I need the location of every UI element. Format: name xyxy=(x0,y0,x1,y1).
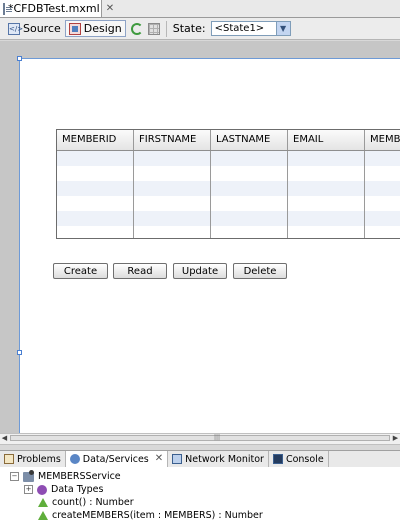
tree-item-operation-label: createMEMBERS(item : MEMBERS) : Number xyxy=(52,510,263,521)
application-canvas[interactable]: MEMBERID FIRSTNAME LASTNAME EMAIL MEMBE … xyxy=(17,56,400,433)
table-row[interactable] xyxy=(57,151,400,166)
tab-console-label: Console xyxy=(285,453,324,465)
scrollbar-thumb[interactable] xyxy=(10,435,390,441)
state-value: <State1> xyxy=(214,23,265,34)
panel-tab-bar: Problems Data/Services ✕ Network Monitor… xyxy=(0,450,400,468)
table-row[interactable] xyxy=(57,166,400,181)
table-row[interactable] xyxy=(57,226,400,238)
design-button[interactable]: Design xyxy=(64,20,126,37)
column-header-membe[interactable]: MEMBE xyxy=(365,130,400,150)
read-button[interactable]: Read xyxy=(113,263,167,279)
operation-icon xyxy=(38,511,48,520)
column-header-lastname[interactable]: LASTNAME xyxy=(211,130,288,150)
column-header-memberid[interactable]: MEMBERID xyxy=(57,130,134,150)
collapse-icon[interactable]: − xyxy=(10,472,19,481)
source-label: Source xyxy=(23,22,61,35)
tree-item-data-types[interactable]: + Data Types xyxy=(24,483,103,496)
state-dropdown[interactable]: <State1> ▼ xyxy=(210,21,291,36)
scrollbar-grip-icon: ||| xyxy=(214,434,221,441)
show-grid-icon[interactable] xyxy=(147,22,160,35)
update-button[interactable]: Update xyxy=(173,263,227,279)
chevron-down-icon[interactable]: ▼ xyxy=(275,22,290,35)
tab-data-services[interactable]: Data/Services ✕ xyxy=(65,451,169,467)
mxml-file-icon xyxy=(3,2,12,15)
horizontal-scrollbar[interactable]: ◀ ||| ▶ xyxy=(0,433,400,445)
create-button[interactable]: Create xyxy=(53,263,108,279)
scroll-left-icon[interactable]: ◀ xyxy=(0,434,9,443)
members-datagrid[interactable]: MEMBERID FIRSTNAME LASTNAME EMAIL MEMBE xyxy=(56,129,400,239)
state-label: State: xyxy=(172,22,206,35)
tree-item-operation[interactable]: count() : Number xyxy=(38,496,134,509)
editor-tab[interactable]: *CFDBTest.mxml ✕ xyxy=(0,0,114,17)
design-icon xyxy=(68,22,81,35)
table-row[interactable] xyxy=(57,181,400,196)
selection-handle[interactable] xyxy=(17,56,22,61)
toolbar-separator xyxy=(165,20,167,37)
selection-handle[interactable] xyxy=(17,350,22,355)
console-icon xyxy=(272,454,283,464)
data-services-tree: − MEMBERSService + Data Types count() : … xyxy=(0,467,400,522)
data-services-icon xyxy=(69,454,80,464)
expand-icon[interactable]: + xyxy=(24,485,33,494)
tab-data-services-label: Data/Services xyxy=(82,453,149,465)
refresh-icon[interactable] xyxy=(130,22,143,35)
tab-console[interactable]: Console xyxy=(269,451,329,467)
column-header-firstname[interactable]: FIRSTNAME xyxy=(134,130,211,150)
tree-item-data-types-label: Data Types xyxy=(51,484,104,495)
table-row[interactable] xyxy=(57,196,400,211)
tab-network-monitor[interactable]: Network Monitor xyxy=(168,451,269,467)
datagrid-header: MEMBERID FIRSTNAME LASTNAME EMAIL MEMBE xyxy=(57,130,400,151)
operation-icon xyxy=(38,498,48,507)
source-icon: </> xyxy=(8,22,24,35)
tree-item-service[interactable]: − MEMBERSService xyxy=(10,469,121,483)
network-monitor-icon xyxy=(172,454,183,464)
design-label: Design xyxy=(83,22,122,35)
design-toolbar: </> Source Design State: <State1> ▼ xyxy=(0,18,400,40)
tab-network-monitor-label: Network Monitor xyxy=(185,453,264,465)
tree-item-operation-label: count() : Number xyxy=(52,497,134,508)
tab-problems[interactable]: Problems xyxy=(0,451,66,467)
editor-tab-title: *CFDBTest.mxml xyxy=(8,2,100,15)
tree-item-operation[interactable]: createMEMBERS(item : MEMBERS) : Number xyxy=(38,509,263,522)
editor-tab-bar: *CFDBTest.mxml ✕ xyxy=(0,0,400,18)
close-icon[interactable]: ✕ xyxy=(155,454,163,464)
delete-button[interactable]: Delete xyxy=(233,263,287,279)
source-button[interactable]: </> Source xyxy=(4,20,65,37)
design-area: MEMBERID FIRSTNAME LASTNAME EMAIL MEMBE … xyxy=(0,41,400,433)
tab-problems-label: Problems xyxy=(17,453,61,465)
column-header-email[interactable]: EMAIL xyxy=(288,130,365,150)
service-icon xyxy=(23,469,34,482)
data-types-icon xyxy=(37,484,47,495)
tree-item-service-label: MEMBERSService xyxy=(38,471,121,482)
problems-icon xyxy=(4,454,14,464)
table-row[interactable] xyxy=(57,211,400,226)
close-icon[interactable]: ✕ xyxy=(106,3,114,14)
scroll-right-icon[interactable]: ▶ xyxy=(391,434,400,443)
